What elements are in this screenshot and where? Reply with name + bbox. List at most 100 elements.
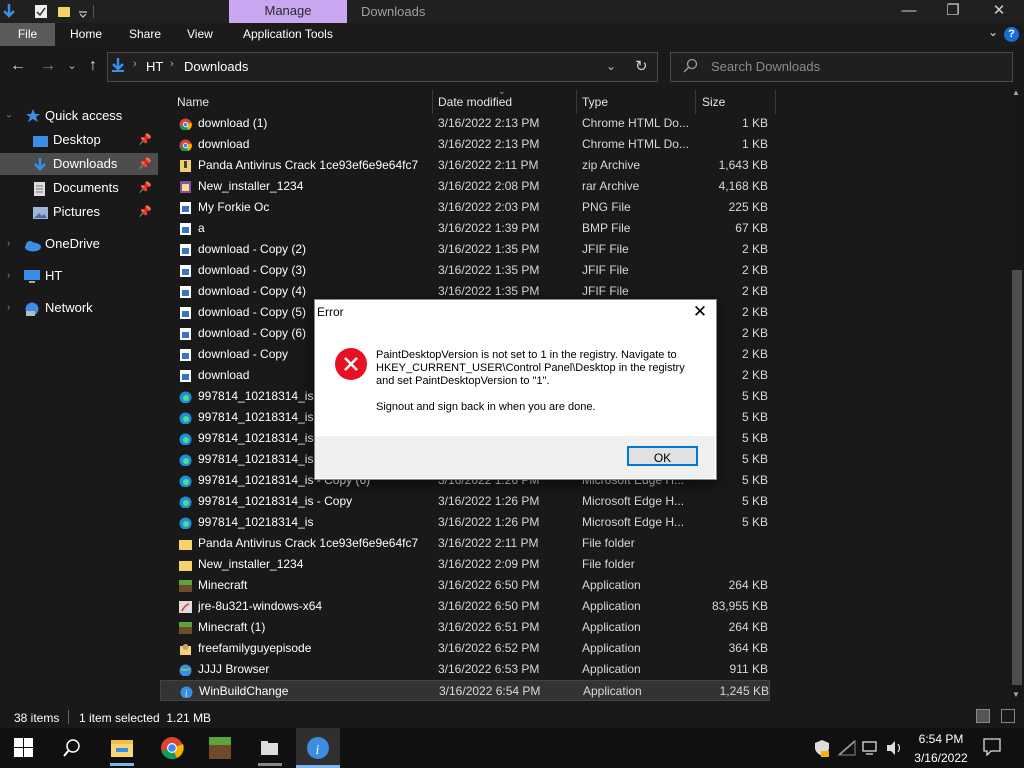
file-row[interactable]: jre-8u321-windows-x64 3/16/2022 6:50 PM Ap…: [160, 596, 770, 617]
file-size: 364 KB: [728, 641, 768, 655]
column-separator[interactable]: [695, 90, 696, 114]
file-date: 3/16/2022 1:35 PM: [438, 263, 540, 277]
file-name: My Forkie Oc: [198, 200, 270, 214]
details-view-icon[interactable]: [976, 709, 990, 723]
image-file-icon: [179, 306, 192, 319]
file-type: Chrome HTML Do...: [582, 116, 689, 130]
column-header-date[interactable]: Date modified: [438, 95, 512, 115]
nav-item-documents[interactable]: Documents 📌: [0, 177, 158, 199]
search-icon[interactable]: [62, 738, 86, 762]
scroll-up-arrow-icon[interactable]: ▲: [1012, 88, 1020, 97]
maximize-button[interactable]: ❐: [930, 0, 976, 23]
file-row[interactable]: i WinBuildChange 3/16/2022 6:54 PM Applicat…: [160, 680, 770, 701]
column-header-name[interactable]: Name: [177, 95, 209, 115]
nav-item-downloads[interactable]: Downloads 📌: [0, 153, 158, 175]
expand-chevron-icon[interactable]: ›: [7, 265, 10, 287]
nav-item-desktop[interactable]: Desktop 📌: [0, 129, 158, 151]
tab-file[interactable]: File: [0, 23, 55, 46]
expand-ribbon-chevron-icon[interactable]: ⌄: [988, 25, 998, 39]
column-header-size[interactable]: Size: [702, 95, 725, 115]
file-name: Minecraft: [198, 578, 248, 592]
file-row[interactable]: New_installer_1234 3/16/2022 2:08 PM rar A…: [160, 176, 770, 197]
file-explorer-icon[interactable]: [110, 736, 134, 760]
scroll-down-arrow-icon[interactable]: ▼: [1012, 690, 1020, 699]
notifications-icon[interactable]: [983, 738, 1001, 761]
dialog-close-icon[interactable]: ✕: [690, 302, 710, 322]
large-icons-view-icon[interactable]: [1001, 709, 1015, 723]
file-row[interactable]: Minecraft 3/16/2022 6:50 PM Application 264…: [160, 575, 770, 596]
volume-icon[interactable]: [886, 740, 904, 761]
clock-date[interactable]: 3/16/2022: [912, 751, 970, 765]
file-name: jre-8u321-windows-x64: [198, 599, 323, 613]
column-header-type[interactable]: Type: [582, 95, 608, 115]
nav-item-network[interactable]: › Network: [0, 297, 158, 319]
close-button[interactable]: ✕: [976, 0, 1022, 23]
file-row[interactable]: a 3/16/2022 1:39 PM BMP File 67 KB: [160, 218, 770, 239]
file-row[interactable]: JJJJ Browser 3/16/2022 6:53 PM Application…: [160, 659, 770, 680]
quick-access-down-arrow-icon[interactable]: [2, 3, 16, 19]
tab-view[interactable]: View: [187, 23, 213, 46]
tab-home[interactable]: Home: [70, 23, 102, 46]
scrollbar-thumb[interactable]: [1012, 270, 1022, 685]
clock-time[interactable]: 6:54 PM: [918, 732, 964, 746]
file-row[interactable]: Panda Antivirus Crack 1ce93ef6e9e64fc7 3/…: [160, 533, 770, 554]
expand-chevron-icon[interactable]: ›: [0, 114, 20, 117]
file-row[interactable]: download - Copy (3) 3/16/2022 1:35 PM JFIF…: [160, 260, 770, 281]
minimize-button[interactable]: —: [886, 0, 932, 23]
network-connection-icon[interactable]: [862, 740, 880, 761]
back-arrow-icon[interactable]: ←: [8, 56, 28, 76]
file-row[interactable]: 997814_10218314_is 3/16/2022 1:26 PM Micro…: [160, 512, 770, 533]
open-app-indicator: [258, 763, 282, 766]
edge-icon: [179, 516, 192, 529]
manage-contextual-tab[interactable]: Manage: [229, 0, 347, 23]
column-separator[interactable]: [432, 90, 433, 114]
file-row[interactable]: download (1) 3/16/2022 2:13 PM Chrome HTML…: [160, 113, 770, 134]
file-row[interactable]: download - Copy (2) 3/16/2022 1:35 PM JFIF…: [160, 239, 770, 260]
column-separator[interactable]: [775, 90, 776, 114]
help-icon[interactable]: ?: [1004, 27, 1019, 42]
file-row[interactable]: Panda Antivirus Crack 1ce93ef6e9e64fc7 3/…: [160, 155, 770, 176]
nav-item-ht[interactable]: › HT: [0, 265, 158, 287]
expand-chevron-icon[interactable]: ›: [7, 297, 10, 319]
file-row[interactable]: Minecraft (1) 3/16/2022 6:51 PM Applicatio…: [160, 617, 770, 638]
file-size: 225 KB: [728, 200, 768, 214]
tab-share[interactable]: Share: [129, 23, 161, 46]
address-history-chevron-icon[interactable]: ⌄: [606, 59, 616, 73]
search-input[interactable]: Search Downloads: [711, 59, 820, 74]
nav-item-quick-access[interactable]: › Quick access: [0, 105, 158, 127]
file-row[interactable]: My Forkie Oc 3/16/2022 2:03 PM PNG File 225…: [160, 197, 770, 218]
minecraft-icon[interactable]: [208, 736, 232, 760]
start-icon[interactable]: [14, 738, 38, 762]
refresh-icon[interactable]: ↻: [635, 57, 648, 75]
pin-icon: 📌: [138, 182, 152, 194]
info-app-icon[interactable]: i: [306, 736, 330, 760]
forward-arrow-icon[interactable]: →: [38, 56, 58, 76]
expand-chevron-icon[interactable]: ›: [7, 233, 10, 255]
up-arrow-icon[interactable]: ↑: [83, 56, 103, 76]
network-status-icon[interactable]: [837, 739, 856, 761]
tab-application-tools[interactable]: Application Tools: [243, 23, 333, 46]
file-row[interactable]: freefamilyguyepisode 3/16/2022 6:52 PM App…: [160, 638, 770, 659]
customize-toolbar-chevron-icon[interactable]: [76, 3, 90, 19]
breadcrumb-downloads[interactable]: Downloads: [184, 59, 248, 74]
dialog-message: PaintDesktopVersion is not set to 1 in t…: [376, 349, 685, 387]
active-app-indicator: [110, 763, 134, 766]
nav-item-pictures[interactable]: Pictures 📌: [0, 201, 158, 223]
column-separator[interactable]: [576, 90, 577, 114]
file-row[interactable]: New_installer_1234 3/16/2022 2:09 PM File …: [160, 554, 770, 575]
nav-item-onedrive[interactable]: › OneDrive: [0, 233, 158, 255]
image-file-icon: [179, 264, 192, 277]
security-shield-icon[interactable]: [814, 739, 830, 762]
breadcrumb-ht[interactable]: HT: [146, 59, 163, 74]
properties-icon[interactable]: [34, 3, 48, 19]
chrome-icon[interactable]: [160, 736, 184, 760]
folder-app-icon[interactable]: [258, 736, 282, 760]
file-size: 4,168 KB: [718, 179, 768, 193]
file-name: download (1): [198, 116, 268, 130]
file-row[interactable]: 997814_10218314_is - Copy 3/16/2022 1:26 …: [160, 491, 770, 512]
file-row[interactable]: download 3/16/2022 2:13 PM Chrome HTML Do.…: [160, 134, 770, 155]
file-date: 3/16/2022 6:52 PM: [438, 641, 540, 655]
recent-locations-chevron-icon[interactable]: ⌄: [62, 56, 82, 76]
new-folder-icon[interactable]: [57, 3, 71, 19]
ok-button[interactable]: OK: [627, 446, 698, 466]
